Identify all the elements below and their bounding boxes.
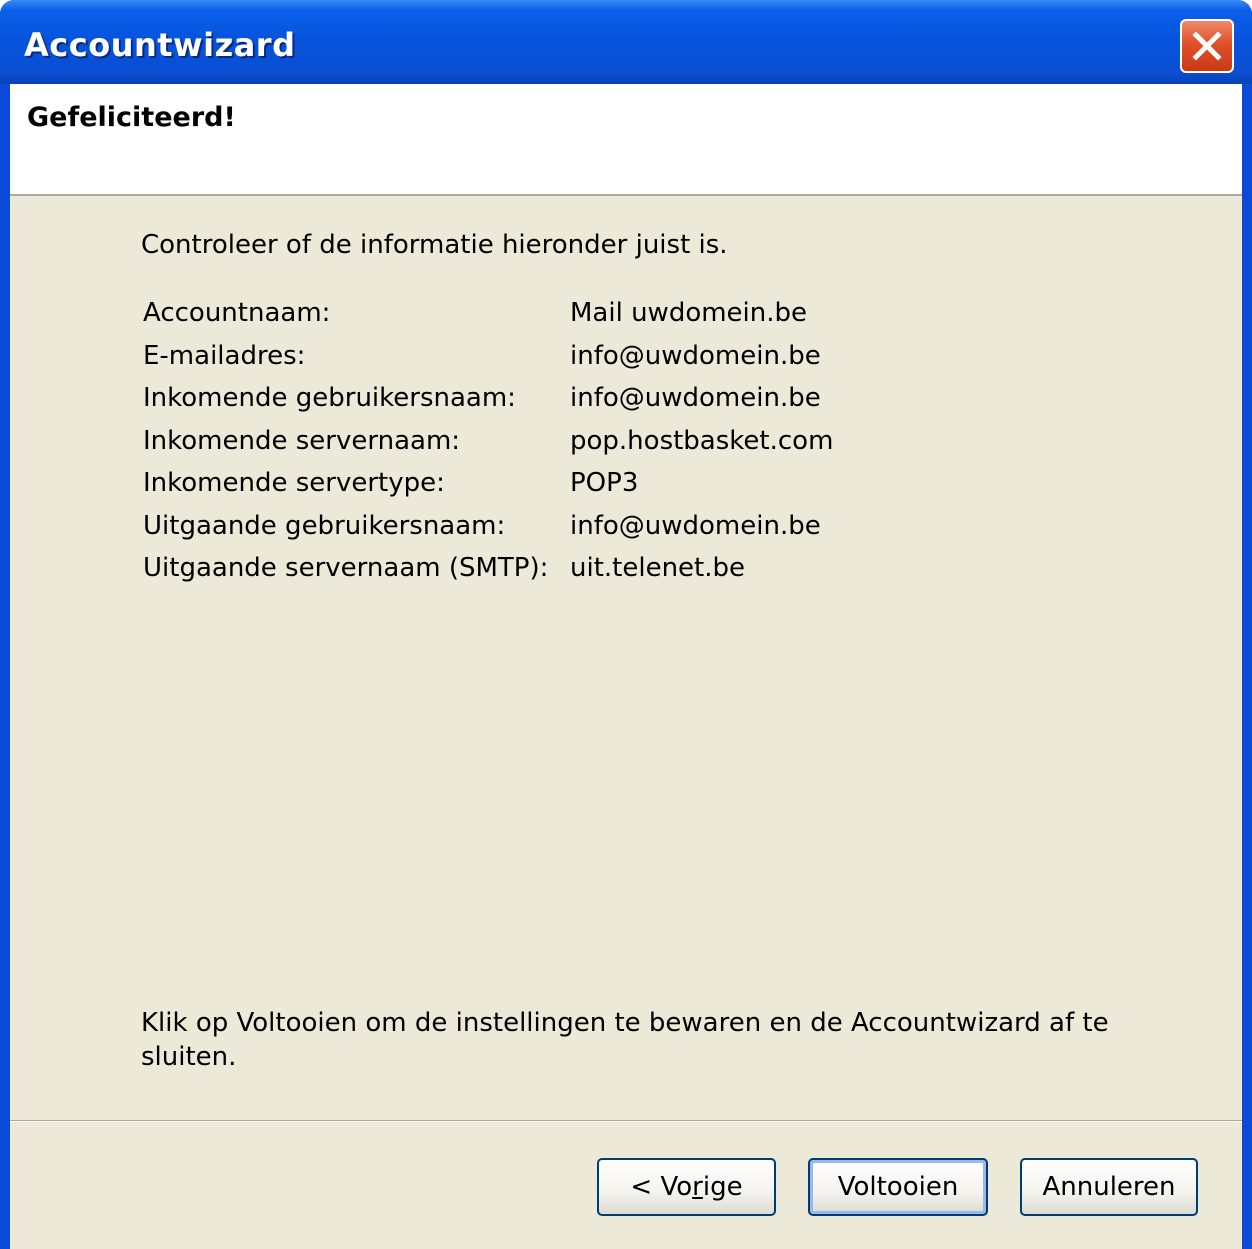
close-button[interactable] <box>1180 19 1234 73</box>
row-value: info@uwdomein.be <box>570 383 821 413</box>
row-label: Inkomende servernaam: <box>143 425 461 456</box>
row-label: Accountnaam: <box>143 298 331 328</box>
back-button-label: < Vorige <box>630 1172 742 1202</box>
row-value: Mail uwdomein.be <box>570 298 808 328</box>
back-label-prefix: < Vo <box>630 1172 693 1202</box>
close-icon <box>1192 31 1222 61</box>
row-value: info@uwdomein.be <box>570 340 821 371</box>
row-value: info@uwdomein.be <box>570 510 821 541</box>
row-label: Uitgaande gebruikersnaam: <box>143 510 506 541</box>
title-bar[interactable]: Accountwizard <box>0 0 1252 84</box>
cancel-button[interactable]: Annuleren <box>1020 1158 1198 1216</box>
intro-text: Controleer of de informatie hieronder ju… <box>141 230 728 260</box>
wizard-header: Gefeliciteerd! <box>10 84 1242 196</box>
wizard-body: Gefeliciteerd! Controleer of de informat… <box>10 84 1242 1249</box>
row-label: Inkomende servertype: <box>143 468 445 498</box>
row-value: uit.telenet.be <box>570 553 746 583</box>
back-button[interactable]: < Vorige <box>597 1158 776 1216</box>
finish-button[interactable]: Voltooien <box>808 1158 988 1216</box>
back-label-accesskey: r <box>692 1172 703 1202</box>
page-title: Gefeliciteerd! <box>27 102 236 133</box>
row-value: POP3 <box>570 468 639 498</box>
row-label: Inkomende gebruikersnaam: <box>143 383 516 413</box>
row-value: pop.hostbasket.com <box>570 425 834 456</box>
row-label: Uitgaande servernaam (SMTP): <box>143 553 549 583</box>
button-separator <box>10 1120 1242 1122</box>
wizard-window: Accountwizard Gefeliciteerd! Controleer … <box>0 0 1252 1249</box>
window-title: Accountwizard <box>24 26 296 64</box>
row-label: E-mailadres: <box>143 340 306 371</box>
finish-instructions: Klik op Voltooien om de instellingen te … <box>141 1008 1109 1072</box>
back-label-suffix: ige <box>702 1172 743 1202</box>
